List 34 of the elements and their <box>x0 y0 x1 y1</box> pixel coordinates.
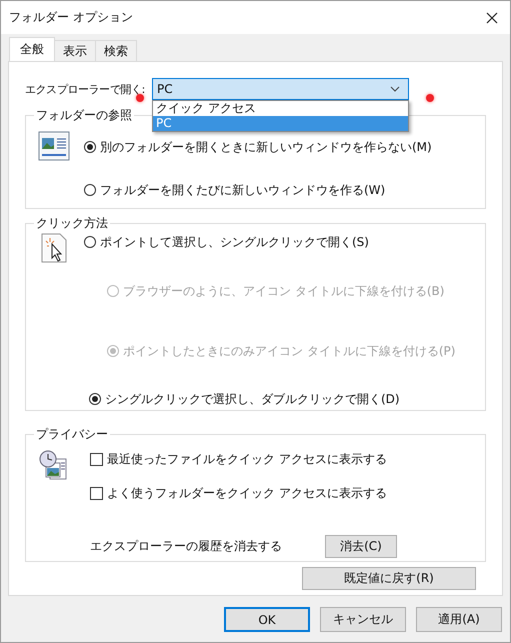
window-icon <box>38 130 70 162</box>
open-in-label: エクスプローラーで開く: <box>25 82 145 96</box>
annotation-dot <box>136 94 144 102</box>
radio-button[interactable] <box>84 141 96 153</box>
dropdown-option[interactable]: クイック アクセス <box>153 101 408 116</box>
radio-button[interactable] <box>84 184 96 196</box>
group-title: プライバシー <box>35 426 109 443</box>
radio-label: フォルダーを開くたびに新しいウィンドウを作る(W) <box>100 182 386 198</box>
radio-label: ブラウザーのように、アイコン タイトルに下線を付ける(B) <box>123 282 444 300</box>
clear-history-label: エクスプローラーの履歴を消去する <box>90 538 283 555</box>
radio-label: ポイントして選択し、シングルクリックで開く(S) <box>100 234 369 250</box>
dialog-button[interactable]: キャンセル <box>320 607 406 632</box>
radio-label: 別のフォルダーを開くときに新しいウィンドウを作らない(M) <box>100 138 432 156</box>
radio-label: シングルクリックで選択し、ダブルクリックで開く(D) <box>105 390 400 408</box>
window-title: フォルダー オプション <box>9 9 133 26</box>
checkbox[interactable] <box>90 452 103 466</box>
checkbox-label: 最近使ったファイルをクイック アクセスに表示する <box>107 450 387 468</box>
chevron-down-icon <box>390 86 400 92</box>
clear-button[interactable]: 消去(C) <box>325 535 397 558</box>
checkbox-label: よく使うフォルダーをクイック アクセスに表示する <box>107 484 387 502</box>
close-icon[interactable] <box>486 12 498 24</box>
restore-defaults-button[interactable]: 既定値に戻す(R) <box>302 567 476 590</box>
group-title: クリック方法 <box>35 215 109 232</box>
radio-label: ポイントしたときにのみアイコン タイトルに下線を付ける(P) <box>123 342 456 360</box>
checkbox[interactable] <box>90 486 103 500</box>
dialog-button[interactable]: OK <box>224 607 310 632</box>
radio-button[interactable] <box>89 393 101 405</box>
open-in-dropdown[interactable]: PC <box>152 78 409 100</box>
group-title: フォルダーの参照 <box>35 107 133 124</box>
tab[interactable]: 検索 <box>95 40 137 61</box>
radio-button[interactable] <box>84 236 96 248</box>
tab[interactable]: 全般 <box>9 37 55 61</box>
dialog-button[interactable]: 適用(A) <box>416 607 502 632</box>
annotation-dot <box>426 94 434 102</box>
